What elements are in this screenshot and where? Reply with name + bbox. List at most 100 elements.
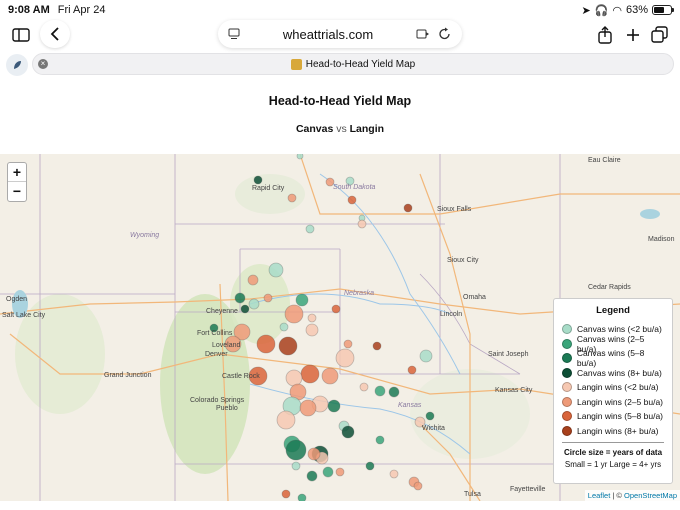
map-label: Grand Junction [104, 372, 152, 379]
trial-marker[interactable] [287, 193, 297, 203]
address-bar[interactable]: wheattrials.com [218, 20, 462, 48]
map-label: Sioux City [447, 257, 479, 264]
trial-marker[interactable] [305, 224, 315, 234]
osm-link[interactable]: OpenStreetMap [624, 491, 677, 500]
trial-marker[interactable] [263, 293, 273, 303]
trial-marker[interactable] [359, 382, 369, 392]
trial-marker[interactable] [375, 435, 385, 445]
zoom-in-button[interactable]: + [8, 163, 26, 182]
trial-marker[interactable] [341, 425, 355, 439]
trial-marker[interactable] [343, 339, 353, 349]
trial-marker[interactable] [389, 469, 399, 479]
map-label: Tulsa [464, 491, 481, 498]
trial-marker[interactable] [419, 349, 433, 363]
zoom-control: + − [7, 162, 27, 202]
battery-percent: 63% [625, 4, 648, 16]
extension-icon[interactable] [6, 54, 28, 76]
reader-icon[interactable] [416, 28, 430, 40]
legend-label: Langin wins (2–5 bu/a) [577, 396, 664, 407]
favicon-icon [290, 58, 302, 70]
legend-label: Langin wins (<2 bu/a) [577, 382, 659, 393]
tabs-overview-icon[interactable] [647, 22, 673, 48]
trial-marker[interactable] [268, 262, 284, 278]
trial-marker[interactable] [234, 292, 246, 304]
url-domain: wheattrials.com [282, 26, 374, 42]
trial-marker[interactable] [327, 399, 341, 413]
trial-marker[interactable] [374, 385, 386, 397]
vs-label: vs [336, 123, 347, 135]
trial-marker[interactable] [278, 336, 298, 356]
legend-swatch [562, 425, 572, 436]
map-label: Salt Lake City [2, 312, 46, 319]
trial-marker[interactable] [365, 461, 375, 471]
close-tab-icon[interactable]: × [38, 59, 48, 69]
trial-marker[interactable] [240, 304, 250, 314]
trial-marker[interactable] [335, 467, 345, 477]
yield-map[interactable]: Rapid City South Dakota Sioux Falls Wyoming… [0, 154, 680, 501]
trial-marker[interactable] [307, 447, 321, 461]
leaflet-link[interactable]: Leaflet [588, 491, 611, 500]
new-tab-icon[interactable] [620, 22, 646, 48]
legend-divider [562, 442, 664, 443]
trial-marker[interactable] [331, 304, 341, 314]
trial-marker[interactable] [256, 334, 276, 354]
trial-marker[interactable] [307, 313, 317, 323]
trial-marker[interactable] [347, 195, 357, 205]
trial-marker[interactable] [413, 481, 423, 491]
map-label: Rapid City [252, 185, 285, 192]
trial-marker[interactable] [291, 461, 301, 471]
map-label: Lincoln [440, 311, 463, 318]
trial-marker[interactable] [425, 411, 435, 421]
trial-marker[interactable] [305, 323, 319, 337]
trial-marker[interactable] [285, 369, 303, 387]
trial-marker[interactable] [248, 298, 260, 310]
legend-swatch [562, 411, 572, 422]
trial-marker[interactable] [295, 293, 309, 307]
legend-item: Canvas wins (5–8 bu/a) [562, 348, 664, 369]
legend-label: Canvas wins (8+ bu/a) [577, 367, 662, 378]
trial-marker[interactable] [335, 348, 355, 368]
map-label: Wichita [422, 425, 445, 432]
zoom-out-button[interactable]: − [8, 182, 26, 201]
trial-marker[interactable] [247, 274, 259, 286]
legend-label: Canvas wins (<2 bu/a) [577, 324, 662, 335]
trial-marker[interactable] [299, 399, 317, 417]
trial-marker[interactable] [281, 489, 291, 499]
status-date: Fri Apr 24 [57, 4, 106, 16]
tab-bar: × Head-to-Head Yield Map [0, 53, 680, 77]
status-bar: 9:08 AM Fri Apr 24 ➤ 🎧 ◠ 63% [0, 0, 680, 20]
trial-marker[interactable] [276, 410, 296, 430]
trial-marker[interactable] [321, 367, 339, 385]
variety-a: Canvas [295, 123, 334, 135]
reload-icon[interactable] [438, 27, 452, 41]
tab-active[interactable]: × Head-to-Head Yield Map [32, 53, 674, 75]
attribution-separator: | © [610, 491, 625, 500]
trial-marker[interactable] [388, 386, 400, 398]
chevron-left-icon [50, 27, 59, 41]
trial-marker[interactable] [306, 470, 318, 482]
legend-label: Canvas wins (5–8 bu/a) [576, 348, 645, 369]
green-region [235, 174, 305, 214]
trial-marker[interactable] [253, 175, 263, 185]
trial-marker[interactable] [284, 304, 304, 324]
headphones-icon: 🎧 [594, 4, 609, 17]
trial-marker[interactable] [322, 466, 334, 478]
sidebar-toggle-icon[interactable] [8, 22, 34, 48]
trial-marker[interactable] [357, 219, 367, 229]
share-icon[interactable] [592, 22, 618, 48]
trial-marker[interactable] [407, 365, 417, 375]
trial-marker[interactable] [285, 439, 307, 461]
trial-marker[interactable] [300, 364, 320, 384]
trial-marker[interactable] [403, 203, 413, 213]
legend-swatch [562, 367, 572, 378]
back-button[interactable] [40, 20, 70, 48]
map-label: Loveland [212, 342, 241, 349]
legend-swatch [562, 382, 572, 393]
trial-marker[interactable] [372, 341, 382, 351]
legend-size-title: Circle size = years of data [563, 448, 663, 457]
trial-marker[interactable] [297, 493, 307, 501]
trial-marker[interactable] [279, 322, 289, 332]
trial-marker[interactable] [296, 154, 304, 160]
page-menu-icon [228, 28, 240, 39]
map-label: Denver [205, 351, 228, 358]
